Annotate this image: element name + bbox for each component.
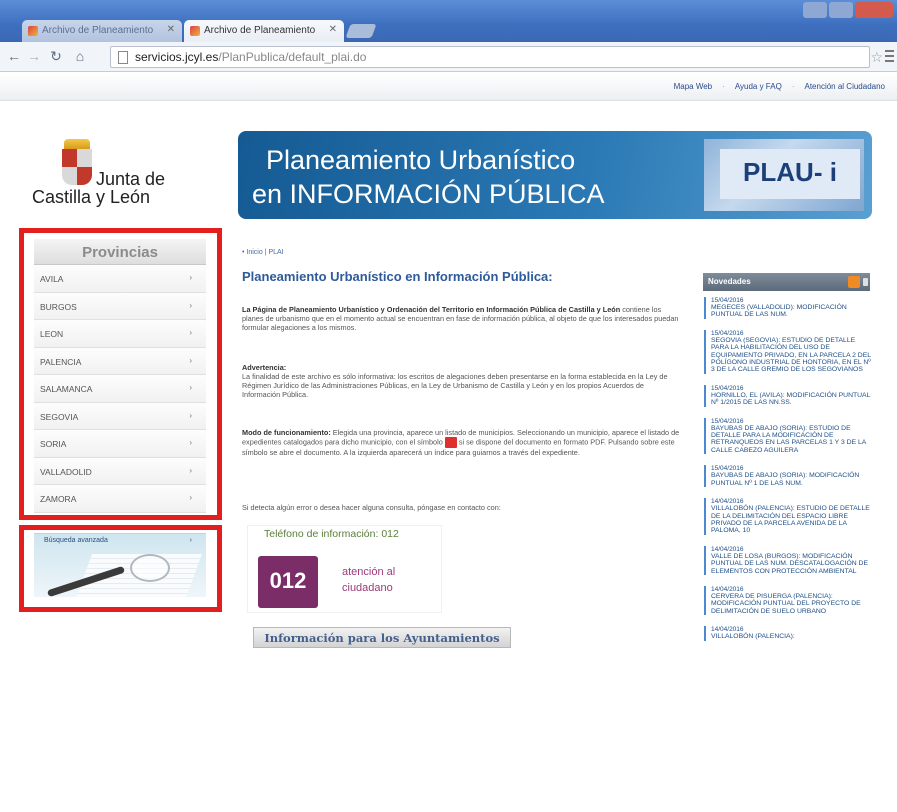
novedades-title: Novedades bbox=[708, 277, 751, 286]
news-text: BAYUBAS DE ABAJO (SORIA): MODIFICACIÓN P… bbox=[711, 472, 860, 487]
news-date: 15/04/2016 bbox=[711, 297, 744, 304]
novedades-header: Novedades bbox=[703, 273, 870, 291]
tab-title: Archivo de Planeamiento bbox=[42, 25, 154, 36]
intro-paragraph: La Página de Planeamiento Urbanístico y … bbox=[242, 305, 679, 332]
news-text: CERVERA DE PISUERGA (PALENCIA): MODIFICA… bbox=[711, 592, 861, 615]
news-text: HORNILLO, EL (AVILA): MODIFICACIÓN PUNTU… bbox=[711, 391, 871, 407]
news-item[interactable]: 15/04/2016 MEGECES (VALLADOLID): MODIFICA… bbox=[704, 297, 872, 319]
browser-toolbar: ← → ↻ ⌂ servicios.jcyl.es/PlanPublica/de… bbox=[0, 42, 897, 72]
warning-paragraph: Advertencia: La finalidad de este archivo… bbox=[242, 363, 668, 399]
help-faq-link[interactable]: Ayuda y FAQ bbox=[735, 82, 782, 91]
browser-title-bar: Archivo de Planeamiento ✕ Archivo de Pla… bbox=[0, 0, 897, 42]
close-window-button[interactable] bbox=[855, 2, 893, 18]
coat-of-arms-icon bbox=[60, 139, 94, 187]
news-date: 15/04/2016 bbox=[711, 417, 744, 425]
menu-icon[interactable] bbox=[885, 50, 894, 62]
minimize-button[interactable] bbox=[803, 2, 827, 18]
bookmark-star-icon[interactable]: ☆ bbox=[870, 49, 883, 66]
news-item[interactable]: 14/04/2016 VILLALOBÓN (PALENCIA): bbox=[704, 626, 872, 641]
news-text: BAYUBAS DE ABAJO (SORIA): ESTUDIO DE DET… bbox=[711, 424, 866, 454]
browser-tab-1[interactable]: Archivo de Planeamiento ✕ bbox=[22, 20, 182, 42]
favicon-icon bbox=[190, 26, 200, 36]
utility-bar: Mapa Web · Ayuda y FAQ · Atención al Ciu… bbox=[0, 73, 897, 101]
news-text: SEGOVIA (SEGOVIA): ESTUDIO DE DETALLE PA… bbox=[711, 336, 871, 374]
plau-badge: PLAU- i bbox=[720, 149, 860, 199]
favicon-icon bbox=[28, 26, 38, 36]
breadcrumb[interactable]: • Inicio | PLAI bbox=[242, 249, 284, 256]
window-controls bbox=[803, 2, 893, 18]
phone-info-box[interactable]: Teléfono de información: 012 012 atenció… bbox=[247, 525, 442, 613]
forward-arrow-icon[interactable]: → bbox=[26, 48, 42, 64]
news-text: MEGECES (VALLADOLID): MODIFICACIÓN PUNTU… bbox=[711, 304, 847, 319]
news-text: VILLALOBÓN (PALENCIA): ESTUDIO DE DETALL… bbox=[711, 505, 870, 535]
logo-text-line2: Castilla y León bbox=[32, 187, 151, 207]
pdf-icon bbox=[444, 437, 457, 448]
news-date: 15/04/2016 bbox=[711, 384, 744, 392]
new-tab-button[interactable] bbox=[345, 24, 377, 38]
banner-title-line2: en INFORMACIÓN PÚBLICA bbox=[252, 179, 605, 209]
address-bar[interactable]: servicios.jcyl.es/PlanPublica/default_pl… bbox=[110, 46, 870, 68]
close-tab-icon[interactable]: ✕ bbox=[167, 24, 175, 35]
news-text: VALLE DE LOSA (BURGOS): MODIFICACIÓN PUN… bbox=[711, 552, 868, 575]
news-item[interactable]: 15/04/2016 BAYUBAS DE ABAJO (SORIA): ESTU… bbox=[704, 417, 872, 455]
back-arrow-icon[interactable]: ← bbox=[6, 48, 22, 64]
novedades-list: 15/04/2016 MEGECES (VALLADOLID): MODIFICA… bbox=[704, 297, 872, 812]
maximize-button[interactable] bbox=[829, 2, 853, 18]
expand-icon[interactable] bbox=[863, 278, 868, 286]
news-item[interactable]: 15/04/2016 SEGOVIA (SEGOVIA): ESTUDIO DE … bbox=[704, 329, 872, 374]
citizen-service-line2: ciudadano bbox=[342, 582, 393, 594]
sitemap-link[interactable]: Mapa Web bbox=[674, 82, 713, 91]
citizen-service-link[interactable]: Atención al Ciudadano bbox=[804, 82, 885, 91]
reload-icon[interactable]: ↻ bbox=[48, 48, 64, 65]
junta-logo[interactable]: Junta de Castilla y León bbox=[30, 139, 210, 219]
rss-icon[interactable] bbox=[848, 276, 860, 288]
highlight-box-advanced-search bbox=[19, 525, 222, 612]
url-path: /PlanPublica/default_plai.do bbox=[218, 50, 367, 64]
page-icon bbox=[118, 51, 128, 64]
banner-title-line1: Planeamiento Urbanístico bbox=[266, 145, 576, 175]
browser-tab-2[interactable]: Archivo de Planeamiento ✕ bbox=[184, 20, 344, 42]
close-tab-icon[interactable]: ✕ bbox=[329, 24, 337, 35]
news-item[interactable]: 15/04/2016 BAYUBAS DE ABAJO (SORIA): MODI… bbox=[704, 465, 872, 488]
how-it-works-paragraph: Modo de funcionamiento: Elegida una prov… bbox=[242, 428, 680, 457]
news-item[interactable]: 14/04/2016 VALLE DE LOSA (BURGOS): MODIFI… bbox=[704, 545, 872, 575]
news-date: 14/04/2016 bbox=[711, 545, 744, 553]
tab-title: Archivo de Planeamiento bbox=[204, 25, 316, 36]
news-date: 15/04/2016 bbox=[711, 329, 744, 337]
url-host: servicios.jcyl.es bbox=[135, 50, 219, 64]
home-icon[interactable]: ⌂ bbox=[72, 48, 88, 64]
phone-title: Teléfono de información: 012 bbox=[264, 528, 399, 540]
header-banner: Planeamiento Urbanístico en INFORMACIÓN … bbox=[238, 131, 872, 219]
page-title: Planeamiento Urbanístico en Información … bbox=[242, 269, 553, 284]
contact-paragraph: Si detecta algún error o desea hacer alg… bbox=[242, 503, 501, 512]
ayuntamientos-info-button[interactable]: Información para los Ayuntamientos bbox=[253, 627, 511, 648]
news-item[interactable]: 14/04/2016 CERVERA DE PISUERGA (PALENCIA)… bbox=[704, 585, 872, 616]
news-item[interactable]: 15/04/2016 HORNILLO, EL (AVILA): MODIFICA… bbox=[704, 384, 872, 407]
news-date: 14/04/2016 bbox=[711, 585, 744, 593]
news-item[interactable]: 14/04/2016 VILLALOBÓN (PALENCIA): ESTUDIO… bbox=[704, 498, 872, 535]
citizen-service-line1: atención al bbox=[342, 566, 396, 578]
highlight-box-provincias bbox=[19, 228, 222, 520]
web-page: Mapa Web · Ayuda y FAQ · Atención al Ciu… bbox=[0, 73, 897, 812]
012-logo: 012 bbox=[258, 556, 318, 608]
news-text: VILLALOBÓN (PALENCIA): bbox=[711, 633, 795, 641]
